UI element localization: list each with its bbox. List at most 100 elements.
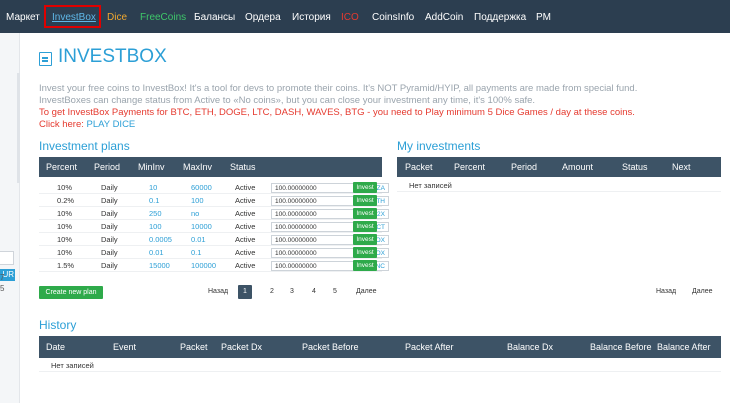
sidebar-number: 5 [0, 284, 5, 293]
plan-cell-max: 0.01 [191, 235, 206, 244]
sidebar-number: 7 [0, 273, 5, 282]
col-percent: Percent [454, 162, 486, 172]
dice-link-line: Click here: PLAY DICE [39, 119, 135, 131]
nav-ico[interactable]: ICO [341, 12, 359, 24]
history-empty: Нет записей [39, 360, 721, 372]
nav-pm[interactable]: PM [536, 12, 551, 24]
pager-prev[interactable]: Назад [208, 285, 228, 299]
pager-page-4[interactable]: 4 [312, 285, 316, 299]
sidebar-input[interactable] [0, 251, 14, 265]
description-line: Invest your free coins to InvestBox! It'… [39, 83, 638, 94]
pager-page-5[interactable]: 5 [333, 285, 337, 299]
plan-cell-percent: 10% [57, 183, 73, 192]
description-line: InvestBoxes can change status from Activ… [39, 95, 536, 106]
plan-cell-percent: 10% [57, 209, 73, 218]
plan-cell-max: 100000 [191, 261, 217, 270]
history-table-header: Date Event Packet Packet Dx Packet Befor… [39, 336, 721, 358]
nav-history[interactable]: История [292, 12, 331, 24]
invest-button[interactable]: Invest [353, 247, 377, 258]
invest-amount-value: 100.00000000 [275, 263, 317, 270]
plan-cell-status: Active [235, 196, 256, 205]
invest-button[interactable]: Invest [353, 260, 377, 271]
top-nav: Маркет InvestBox Dice FreeCoins Балансы … [0, 0, 730, 33]
plan-cell-min: 0.01 [149, 248, 164, 257]
col-packet: Packet [405, 162, 433, 172]
investments-pager-next[interactable]: Далее [692, 285, 713, 299]
nav-support[interactable]: Поддержка [474, 12, 526, 24]
nav-balances[interactable]: Балансы [194, 12, 235, 24]
plan-cell-percent: 1.5% [57, 261, 75, 270]
invest-button[interactable]: Invest [353, 221, 377, 232]
plan-cell-max: 10000 [191, 222, 212, 231]
plan-cell-status: Active [235, 235, 256, 244]
invest-amount-value: 100.00000000 [275, 185, 317, 192]
nav-addcoin[interactable]: AddCoin [425, 12, 463, 24]
col-balance-dx: Balance Dx [507, 342, 554, 352]
col-amount: Amount [562, 162, 594, 172]
col-date: Date [46, 342, 66, 352]
plan-cell-status: Active [235, 209, 256, 218]
plan-cell-status: Active [235, 248, 256, 257]
invest-button[interactable]: Invest [353, 234, 377, 245]
plan-cell-percent: 0.2% [57, 196, 75, 205]
invest-amount-value: 100.00000000 [275, 237, 317, 244]
col-packet-after: Packet After [405, 342, 454, 352]
plan-cell-min: 0.0005 [149, 235, 172, 244]
plan-row: 10%Daily0.010.1Active100.00000000NANOXIn… [39, 246, 389, 259]
plan-cell-min: 15000 [149, 261, 170, 270]
plan-cell-min: 100 [149, 222, 162, 231]
col-period: Period [94, 162, 121, 172]
plan-cell-status: Active [235, 261, 256, 270]
nav-dice[interactable]: Dice [107, 12, 127, 24]
plan-cell-period: Daily [101, 261, 118, 270]
col-packet: Packet [180, 342, 208, 352]
plan-row: 10%Daily250noActive100.00000000YOB2XInve… [39, 207, 389, 220]
plan-cell-min: 250 [149, 209, 162, 218]
invest-amount-value: 100.00000000 [275, 224, 317, 231]
investbox-icon [39, 52, 52, 66]
nav-market[interactable]: Маркет [6, 12, 40, 24]
pager-next[interactable]: Далее [356, 285, 377, 299]
plan-cell-percent: 10% [57, 248, 73, 257]
plan-cell-max: 100 [191, 196, 204, 205]
col-balance-after: Balance After [657, 342, 711, 352]
plan-cell-status: Active [235, 183, 256, 192]
plan-cell-period: Daily [101, 183, 118, 192]
play-dice-link[interactable]: PLAY DICE [87, 119, 136, 130]
plan-cell-period: Daily [101, 196, 118, 205]
sidebar: UR 7 5 [0, 33, 20, 403]
pager-page-3[interactable]: 3 [290, 285, 294, 299]
create-new-plan-button[interactable]: Create new plan [39, 286, 103, 299]
my-investments-title: My investments [397, 139, 481, 153]
plan-cell-max: no [191, 209, 200, 218]
investment-plans-title: Investment plans [39, 139, 130, 153]
col-period: Period [511, 162, 538, 172]
col-packet-dx: Packet Dx [221, 342, 263, 352]
plan-cell-period: Daily [101, 235, 118, 244]
plan-cell-period: Daily [101, 248, 118, 257]
plan-cell-max: 60000 [191, 183, 212, 192]
pager-page-1[interactable]: 1 [238, 285, 252, 299]
invest-amount-value: 100.00000000 [275, 250, 317, 257]
nav-coinsinfo[interactable]: CoinsInfo [372, 12, 414, 24]
sidebar-scrollbar[interactable] [17, 73, 20, 183]
page-title: INVESTBOX [58, 46, 167, 67]
pager-page-2[interactable]: 2 [270, 285, 274, 299]
invest-amount-value: 100.00000000 [275, 198, 317, 205]
col-status: Status [230, 162, 256, 172]
dice-notice: To get InvestBox Payments for BTC, ETH, … [39, 107, 635, 118]
plan-row: 10%Daily0.00050.01Active100.00000000NANO… [39, 233, 389, 246]
investments-empty: Нет записей [397, 180, 721, 192]
invest-button[interactable]: Invest [353, 195, 377, 206]
plan-row: 1.5%Daily15000100000Active100.00000000CN… [39, 259, 389, 272]
invest-amount-value: 100.00000000 [275, 211, 317, 218]
plan-row: 10% Daily 10 60000 Active 100.00000000 LIZA Inv… [39, 181, 389, 194]
plan-cell-percent: 10% [57, 222, 73, 231]
investments-pager-prev[interactable]: Назад [656, 285, 676, 299]
col-event: Event [113, 342, 137, 352]
nav-freecoins[interactable]: FreeCoins [140, 12, 186, 24]
invest-button[interactable]: Invest [353, 208, 377, 219]
invest-button[interactable]: Invest [353, 182, 377, 193]
col-percent: Percent [46, 162, 78, 172]
nav-orders[interactable]: Ордера [245, 12, 281, 24]
